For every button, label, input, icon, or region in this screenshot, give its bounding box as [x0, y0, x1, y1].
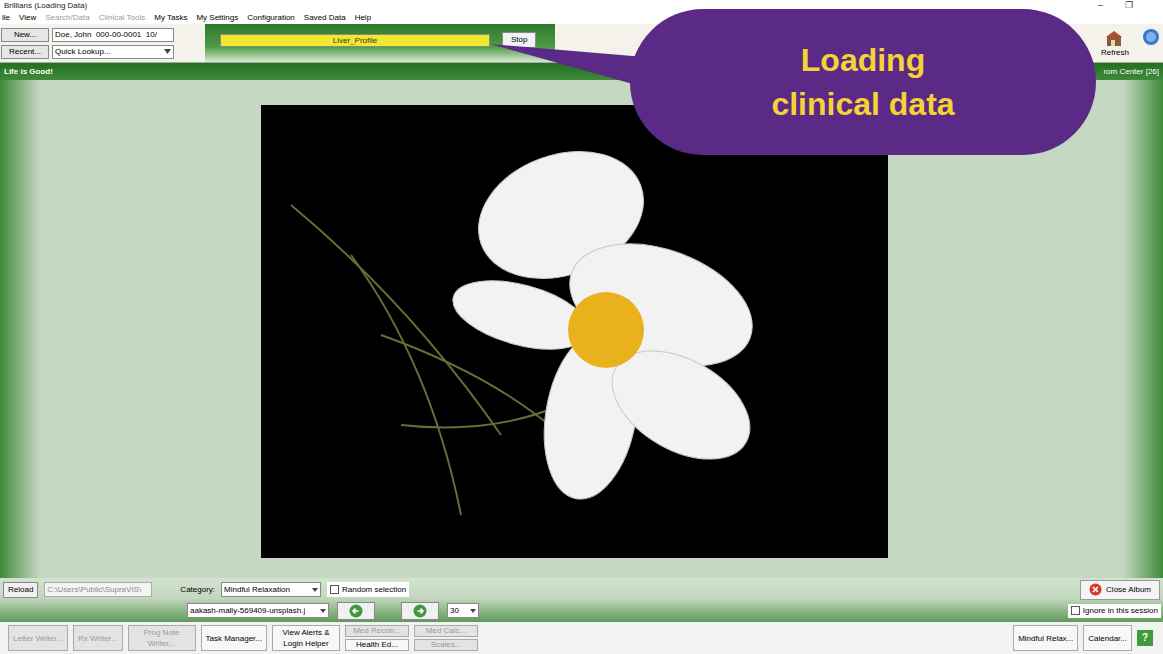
taskbar-button[interactable]: Task Manager...	[201, 625, 267, 651]
patient-field[interactable]: Doe, John 000-00-0001 10/	[52, 28, 174, 42]
banner-text: Life is Good!	[4, 68, 53, 76]
random-checkbox[interactable]: Random selection	[327, 582, 409, 597]
dropdown-arrow-icon	[164, 49, 171, 54]
window-title: Brillians (Loading Data)	[4, 2, 87, 10]
recent-button[interactable]: Recent...	[1, 45, 49, 59]
taskbar-button[interactable]: Med Recon...	[345, 625, 409, 637]
menu-item[interactable]: Help	[355, 14, 371, 22]
menu-item[interactable]: View	[19, 14, 36, 22]
dropdown-arrow-icon	[470, 609, 476, 613]
photo	[261, 105, 888, 558]
taskbar-button[interactable]: Mindful Relax...	[1013, 625, 1078, 651]
button-stack: Med Recon... Health Ed...	[345, 625, 409, 651]
menu-item[interactable]: My Settings	[196, 14, 238, 22]
taskbar-button[interactable]: View Alerts & Login Helper	[272, 625, 340, 651]
album-controls: Reload C:\Users\Public\SupraVIS\ Categor…	[0, 578, 1163, 622]
checkbox[interactable]	[330, 585, 339, 594]
menu-item[interactable]: Saved Data	[304, 14, 346, 22]
previous-button[interactable]	[337, 602, 375, 620]
page-size-select[interactable]: 30	[447, 603, 479, 618]
progress-label: Liver_Profile	[221, 35, 489, 46]
taskbar-button[interactable]: Rx Writer...	[73, 625, 122, 651]
menu-item[interactable]: ile	[2, 14, 10, 22]
menu-item[interactable]: Search/Data	[45, 14, 89, 22]
callout-text: Loading clinical data	[743, 38, 983, 126]
progress-panel: Liver_Profile Stop	[205, 24, 555, 62]
close-icon	[1089, 583, 1102, 596]
reload-button[interactable]: Reload	[3, 582, 38, 598]
refresh-icon[interactable]	[1105, 30, 1125, 48]
next-button[interactable]	[401, 602, 439, 620]
checkbox[interactable]	[1071, 606, 1080, 615]
callout: Loading clinical data	[630, 9, 1096, 155]
ignore-checkbox[interactable]: Ignore in this session	[1068, 604, 1161, 618]
info-icon[interactable]	[1142, 28, 1160, 46]
taskbar-button[interactable]: Letter Writer...	[8, 625, 68, 651]
stop-button[interactable]: Stop	[502, 32, 536, 48]
category-label: Category:	[180, 584, 215, 596]
taskbar-button[interactable]: Scales...	[414, 639, 478, 651]
taskbar-button[interactable]: Calendar...	[1083, 625, 1132, 651]
quick-lookup-select[interactable]: Quick Lookup...	[52, 45, 174, 59]
taskbar-button[interactable]: Med Calc...	[414, 625, 478, 637]
right-arrow-icon	[413, 604, 427, 618]
dropdown-arrow-icon	[320, 609, 326, 613]
new-button[interactable]: New...	[1, 28, 49, 42]
menu-item[interactable]: Clinical Tools	[99, 14, 146, 22]
category-select[interactable]: Mindful Relaxation	[221, 582, 321, 597]
taskbar-button[interactable]: Health Ed...	[345, 639, 409, 651]
dropdown-arrow-icon	[312, 588, 318, 592]
taskbar: Letter Writer...Rx Writer...Prog Note Wr…	[0, 622, 1163, 654]
left-arrow-icon	[349, 604, 363, 618]
button-stack: Med Calc... Scales...	[414, 625, 478, 651]
path-field: C:\Users\Public\SupraVIS\	[44, 582, 152, 597]
maximize-button[interactable]: ❐	[1125, 1, 1133, 10]
close-album-button[interactable]: Close Album	[1080, 580, 1160, 600]
file-select[interactable]: aakash-mally-569409-unsplash.j	[187, 603, 329, 618]
refresh-button[interactable]: Refresh	[1101, 49, 1129, 57]
banner-right-text: rom Center [26]	[1103, 68, 1159, 76]
menu-item[interactable]: Configuration	[247, 14, 295, 22]
menu-item[interactable]: My Tasks	[154, 14, 187, 22]
taskbar-button[interactable]: Prog Note Writer...	[128, 625, 196, 651]
help-button[interactable]: ?	[1137, 630, 1153, 646]
progress-track: Liver_Profile	[220, 34, 490, 47]
minimize-button[interactable]: –	[1098, 1, 1103, 10]
